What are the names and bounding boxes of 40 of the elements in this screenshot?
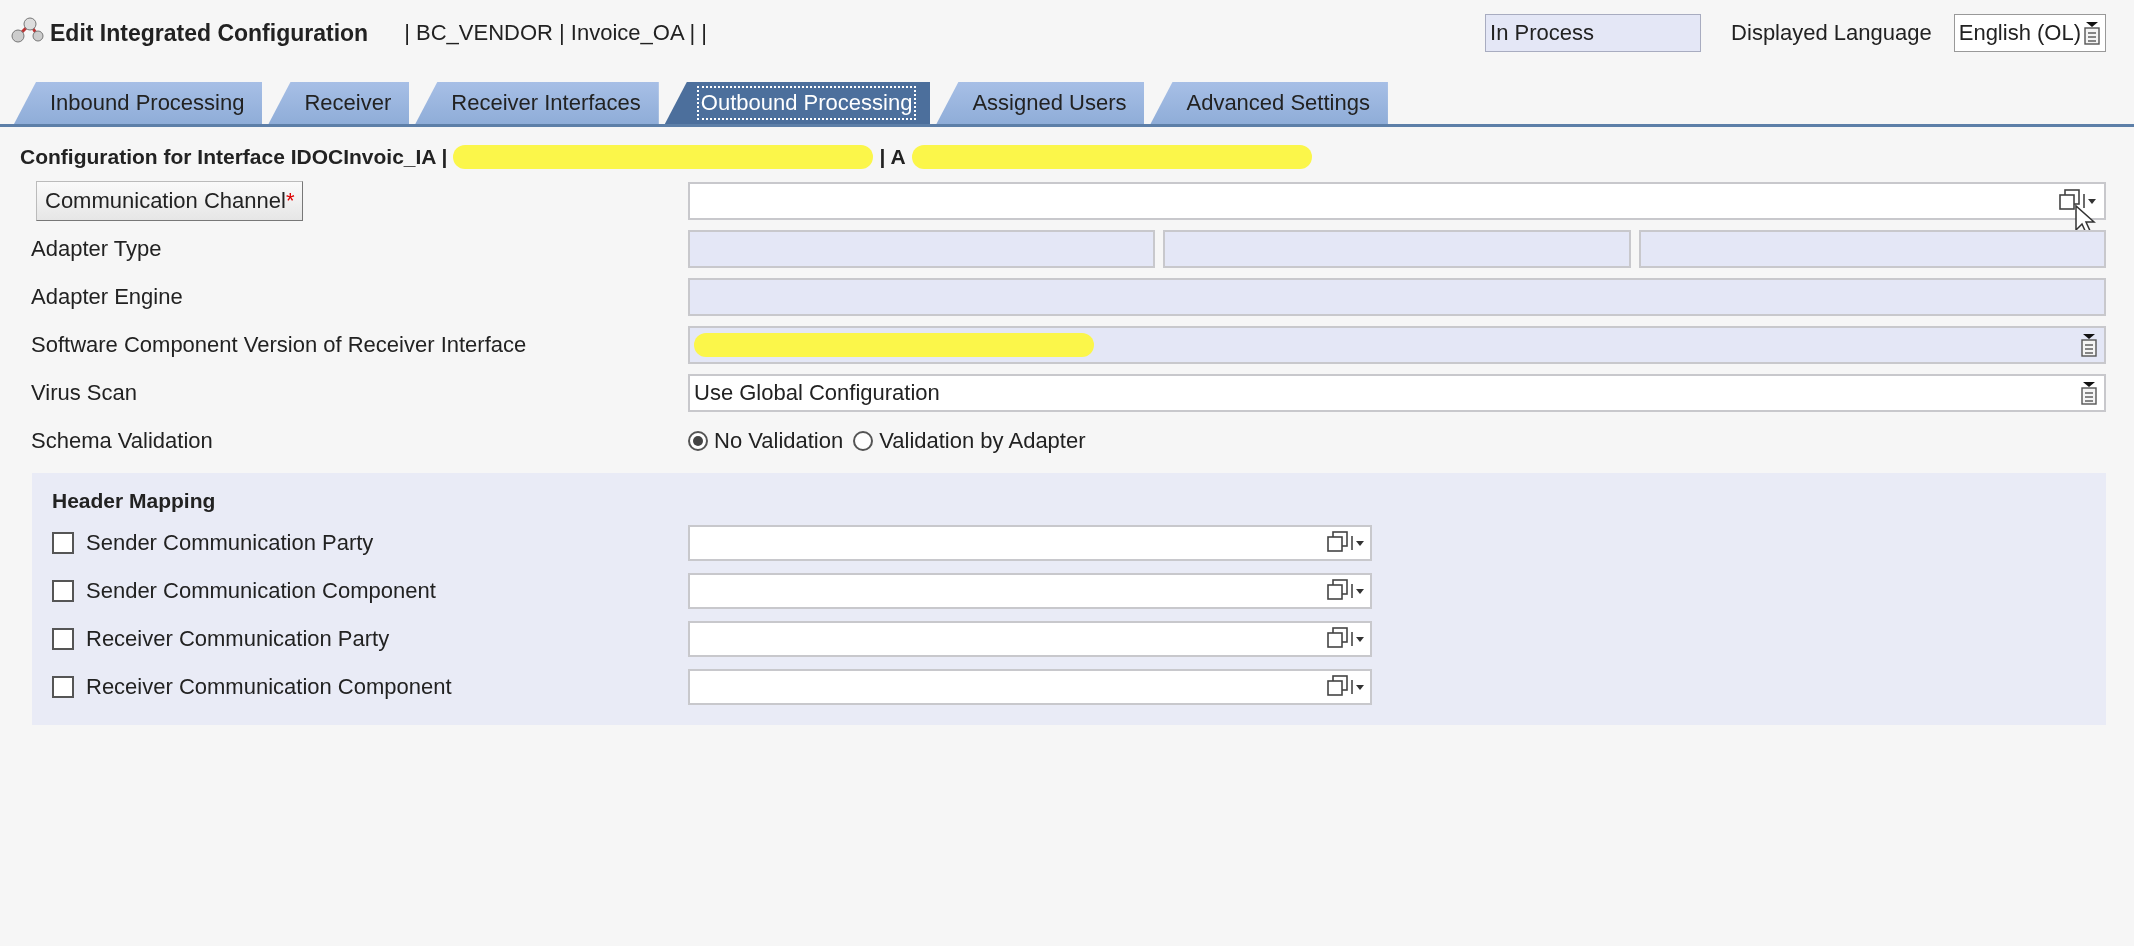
language-label: Displayed Language xyxy=(1731,20,1932,46)
field-label: Schema Validation xyxy=(30,428,214,454)
dropdown-icon[interactable] xyxy=(2083,21,2101,45)
field-label: Software Component Version of Receiver Interface xyxy=(30,332,528,358)
tab[interactable]: Inbound Processing xyxy=(14,82,263,124)
language-dropdown[interactable]: English (OL) xyxy=(1953,14,2106,52)
tab[interactable]: Advanced Settings xyxy=(1150,82,1388,124)
field-label: Adapter Type xyxy=(30,236,163,262)
configuration-heading: Configuration for Interface IDOCInvoic_IA | xyxy=(20,145,448,169)
tab[interactable]: Outbound Processing xyxy=(664,82,931,124)
tab[interactable]: Receiver Interfaces xyxy=(415,82,659,124)
window-title: Edit Integrated Configuration xyxy=(50,19,369,47)
checkbox[interactable] xyxy=(52,628,74,650)
input-field[interactable] xyxy=(688,621,1372,657)
input-field[interactable] xyxy=(688,573,1372,609)
section-title: Header Mapping xyxy=(52,488,217,514)
checkbox[interactable] xyxy=(52,580,74,602)
input-field[interactable] xyxy=(688,669,1372,705)
field-label: Adapter Engine xyxy=(30,284,184,310)
radio-button[interactable] xyxy=(688,431,708,451)
object-path: | BC_VENDOR | Invoice_OA | | xyxy=(404,20,707,46)
radio-button[interactable] xyxy=(853,431,874,451)
checkbox-label[interactable]: Receiver Communication Component xyxy=(86,674,452,700)
dropdown-field[interactable]: Use Global Configuration xyxy=(688,374,2106,412)
radio-label[interactable]: No Validation xyxy=(714,428,844,454)
input-field[interactable] xyxy=(688,525,1372,561)
checkbox-label[interactable]: Receiver Communication Party xyxy=(86,626,390,652)
checkbox[interactable] xyxy=(52,532,74,554)
tab[interactable]: Receiver xyxy=(268,82,410,124)
tab[interactable]: Assigned Users xyxy=(936,82,1145,124)
field-label: Virus Scan xyxy=(30,380,138,406)
checkbox[interactable] xyxy=(52,676,74,698)
status-field: In Process xyxy=(1485,14,1702,52)
radio-label[interactable]: Validation by Adapter xyxy=(879,428,1086,454)
configuration-heading: | A xyxy=(879,145,906,169)
dropdown-icon[interactable] xyxy=(2080,381,2098,405)
molecule-icon xyxy=(10,16,44,44)
checkbox-label[interactable]: Sender Communication Party xyxy=(86,530,374,556)
communication-channel-button[interactable]: Communication Channel* xyxy=(36,181,304,221)
checkbox-label[interactable]: Sender Communication Component xyxy=(86,578,436,604)
